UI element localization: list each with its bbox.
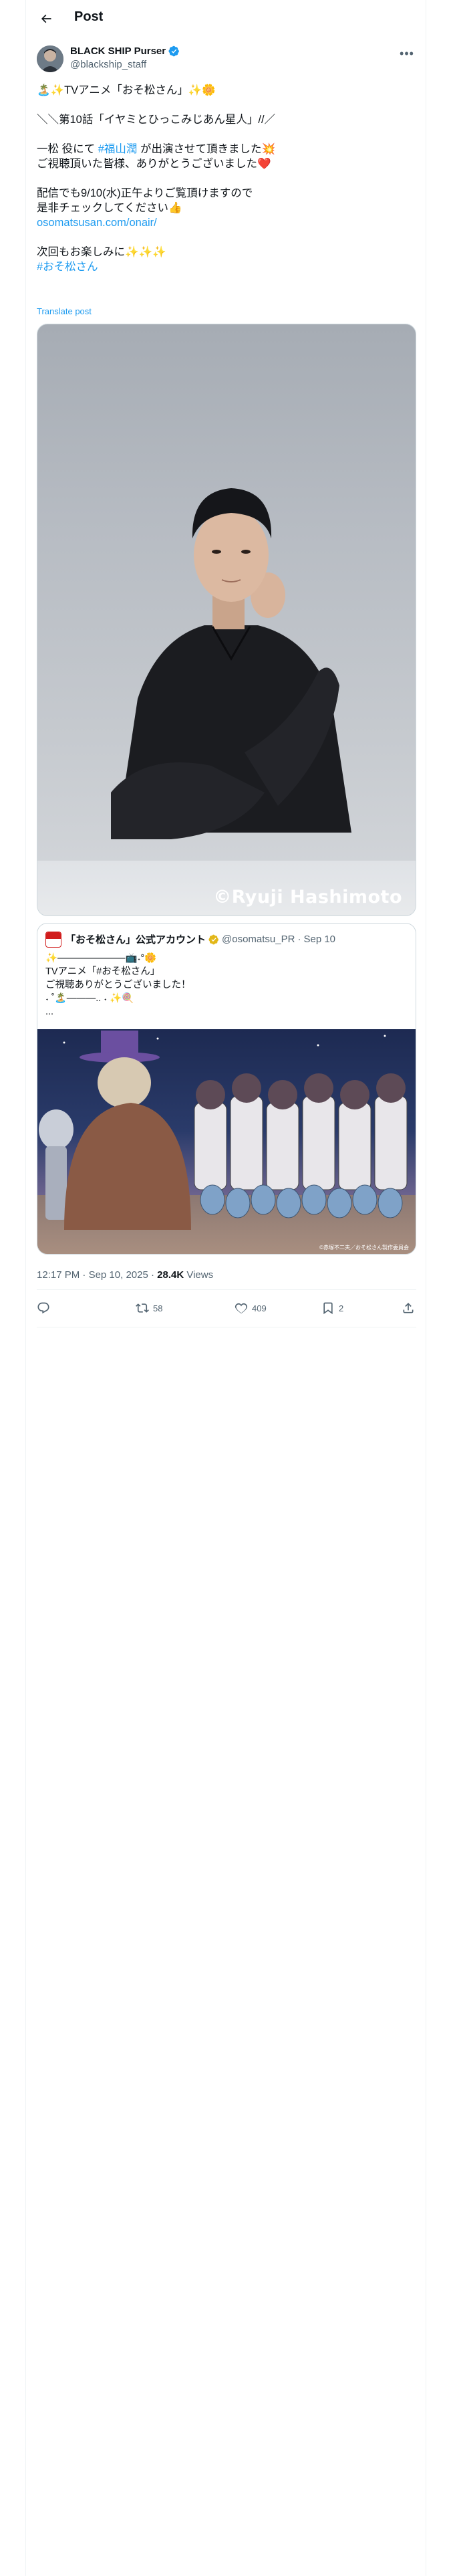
tweet-line: 次回もお楽しみに✨✨✨: [37, 246, 166, 258]
divider: [37, 1289, 416, 1290]
tweet-line: 是非チェックしてください👍: [37, 202, 182, 214]
portrait-illustration: [111, 488, 351, 839]
meta-separator: ·: [150, 1269, 154, 1281]
views-count: 28.4K: [157, 1269, 184, 1281]
quoted-separator: ·: [297, 934, 301, 945]
tweet-line: 配信でも9/10(水)正午よりご覧頂けますので: [37, 187, 253, 199]
back-button[interactable]: [34, 7, 58, 31]
tweet-line-cast: 一松 役にて #福山潤 が出演させて頂きました💥: [37, 142, 416, 156]
main-column: Post BLACK SHIP Purser @blackship_staff …: [25, 0, 426, 2576]
author-handle[interactable]: @blackship_staff: [70, 59, 146, 70]
avatar-image: [37, 45, 63, 72]
views-label: Views: [186, 1269, 214, 1281]
url-link[interactable]: osomatsusan.com/onair/: [37, 215, 416, 230]
quoted-avatar: [45, 932, 61, 948]
page-header: Post: [26, 0, 426, 37]
like-button[interactable]: 409: [235, 1291, 267, 1325]
bookmark-icon: [323, 1302, 333, 1315]
quoted-line: TVアニメ「#おそ松さん」: [45, 966, 160, 977]
anime-scene-illustration: [39, 1031, 408, 1230]
tweet-line: ＼＼第10話「イヤミとひっこみじあん星人」//／: [37, 114, 276, 126]
quoted-line: ✨———————📺˖°🌼: [45, 953, 157, 964]
avatar[interactable]: [37, 45, 63, 72]
bookmark-button[interactable]: 2: [321, 1291, 343, 1325]
more-options-button[interactable]: •••: [398, 45, 416, 62]
verified-badge-icon: [168, 45, 180, 57]
post-time[interactable]: 12:17 PM: [37, 1269, 80, 1281]
repost-icon: [136, 1303, 149, 1313]
more-dots-icon: •••: [400, 46, 414, 60]
quoted-handle: @osomatsu_PR: [222, 934, 295, 945]
hashtag-link[interactable]: #福山潤: [98, 143, 138, 155]
tweet-line: ご視聴頂いた皆様、ありがとうございました❤️: [37, 158, 271, 170]
tweet-line-suffix: が出演させて頂きました💥: [140, 143, 276, 155]
photo-watermark: ©Ryuji Hashimoto: [213, 887, 402, 907]
post-date[interactable]: Sep 10, 2025: [89, 1269, 148, 1281]
quoted-anime-image[interactable]: ©赤塚不二夫／おそ松さん製作委員会: [37, 1029, 416, 1254]
quoted-date: Sep 10: [303, 934, 336, 945]
bookmark-count: 2: [339, 1303, 344, 1313]
quoted-header: 「おそ松さん」公式アカウント @osomatsu_PR · Sep 10: [65, 932, 335, 946]
gold-verified-badge-icon: [208, 934, 219, 944]
quoted-image-copyright: ©赤塚不二夫／おそ松さん製作委員会: [319, 1245, 409, 1251]
author-name-text: BLACK SHIP Purser: [70, 45, 166, 57]
hashtag-link[interactable]: #おそ松さん: [37, 259, 416, 274]
reply-icon: [37, 1302, 49, 1314]
tweet-line-prefix: 一松 役にて: [37, 143, 96, 155]
author-name[interactable]: BLACK SHIP Purser: [70, 45, 180, 57]
repost-button[interactable]: 58: [136, 1291, 162, 1325]
like-count: 409: [252, 1303, 267, 1313]
tweet-photo[interactable]: ©Ryuji Hashimoto: [37, 324, 416, 916]
quoted-line: ご視聴ありがとうございました！: [45, 980, 191, 990]
quoted-tweet[interactable]: 「おそ松さん」公式アカウント @osomatsu_PR · Sep 10 ✨——…: [37, 923, 416, 1255]
quoted-author-name: 「おそ松さん」公式アカウント: [65, 934, 206, 946]
action-bar: 58 409 2: [37, 1291, 416, 1325]
quoted-text: ✨———————📺˖°🌼 TVアニメ「#おそ松さん」 ご視聴ありがとうございまし…: [45, 952, 406, 1018]
share-button[interactable]: [402, 1291, 415, 1325]
quoted-line: ...: [45, 1006, 54, 1017]
tweet-line: 🏝️✨TVアニメ「おそ松さん」✨🌼: [37, 84, 216, 96]
share-icon: [403, 1303, 414, 1313]
quoted-line: ˖ ˚🏝️———.. ˖ ✨🍭: [45, 993, 134, 1004]
tweet-text: 🏝️✨TVアニメ「おそ松さん」✨🌼 ＼＼第10話「イヤミとひっこみじあん星人」/…: [37, 83, 416, 274]
repost-count: 58: [153, 1303, 163, 1313]
post-meta: 12:17 PM · Sep 10, 2025 · 28.4K Views: [37, 1269, 213, 1281]
meta-separator: ·: [82, 1269, 86, 1281]
heart-icon: [235, 1303, 248, 1314]
translate-post-link[interactable]: Translate post: [37, 306, 92, 316]
reply-button[interactable]: [37, 1291, 54, 1325]
page-title: Post: [74, 9, 104, 24]
arrow-left-icon: [41, 14, 51, 23]
